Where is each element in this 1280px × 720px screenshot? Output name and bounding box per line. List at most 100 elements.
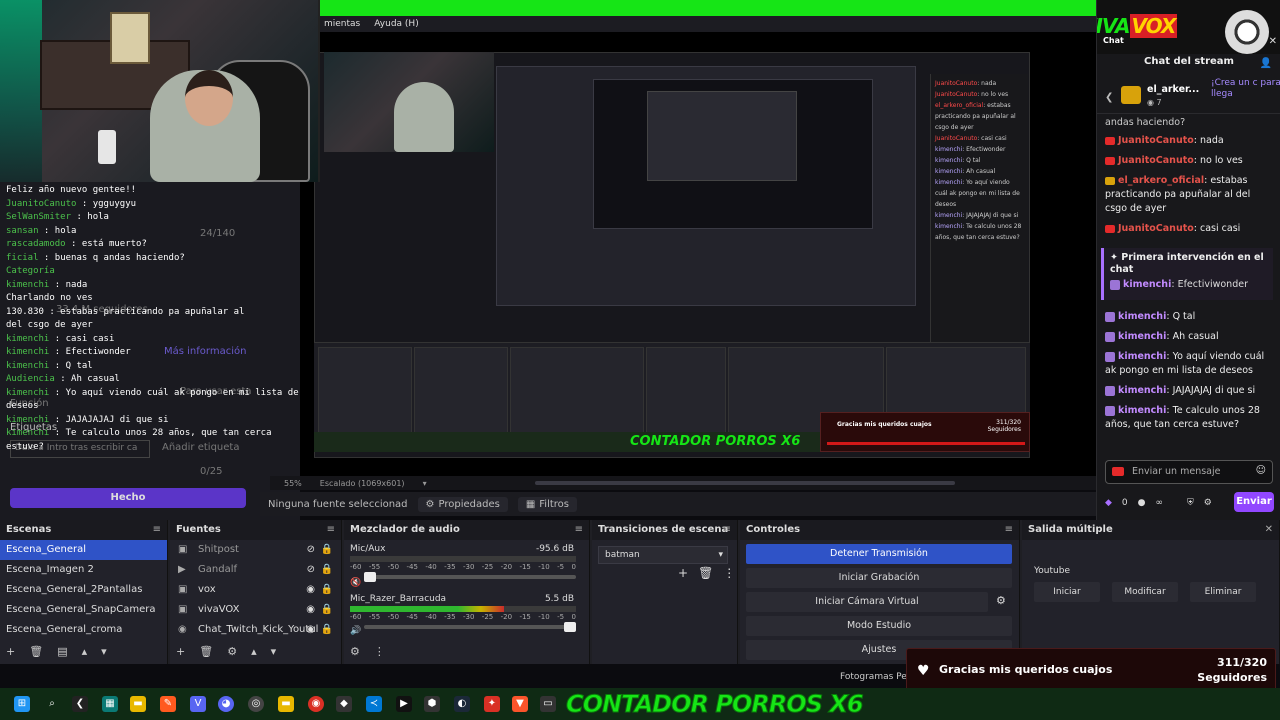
chat-username[interactable]: kimenchi <box>1118 311 1166 322</box>
chevron-up-icon[interactable]: ▴ <box>251 645 257 658</box>
properties-button[interactable]: ⚙ Propiedades <box>417 496 508 512</box>
source-item[interactable]: ▣ vox ◉ 🔒 <box>170 580 341 600</box>
editor-icon[interactable]: ✎ <box>160 696 176 712</box>
scene-item[interactable]: Escena_General_2Pantallas <box>0 580 167 600</box>
source-item[interactable]: ◉ Chat_Twitch_Kick_Youtul ◉ 🔒 <box>170 620 341 640</box>
add-icon[interactable]: + <box>176 645 185 658</box>
chevron-left-icon[interactable]: ❮ <box>1105 92 1113 103</box>
settings-icon[interactable]: ⬢ <box>424 696 440 712</box>
send-button[interactable]: Enviar <box>1234 492 1274 512</box>
search-icon[interactable]: ⌕ <box>44 696 60 712</box>
chat-username[interactable]: JuanitoCanuto <box>1118 155 1194 166</box>
brave-icon[interactable]: ▼ <box>512 696 528 712</box>
preview-scrollbar[interactable] <box>534 481 955 485</box>
add-icon[interactable]: + <box>678 566 688 580</box>
pinned-gift-leader[interactable]: ❮ el_arker... ◉ 7 ¡Crea un c para llega <box>1097 74 1280 114</box>
chat-username[interactable]: kimenchi <box>1118 351 1166 362</box>
transition-select[interactable]: batman ▾ <box>598 546 728 564</box>
points-icon[interactable]: ◆ <box>1105 498 1112 508</box>
windows-start-icon[interactable]: ⊞ <box>14 696 30 712</box>
chevron-down-icon[interactable]: ▾ <box>101 645 107 658</box>
scale-chevron-icon[interactable]: ▾ <box>423 479 427 488</box>
filter-icon[interactable]: ▤ <box>57 645 67 658</box>
trash-icon[interactable]: 🗑 <box>199 645 213 658</box>
multi-delete-button[interactable]: Eliminar <box>1190 582 1256 602</box>
terminal2-icon[interactable]: ▭ <box>540 696 556 712</box>
folder-icon[interactable]: ▬ <box>130 696 146 712</box>
nested-chat-line: kimenchi: JAJAJAJAJ di que si <box>935 212 1019 219</box>
volume-slider[interactable] <box>364 622 576 632</box>
first-message-user[interactable]: kimenchi <box>1123 279 1171 290</box>
eye-hidden-icon[interactable]: ⊘ <box>307 560 315 580</box>
close-icon[interactable]: ✕ <box>1269 36 1277 47</box>
chrome-icon[interactable]: ◉ <box>308 696 324 712</box>
chat-username[interactable]: JuanitoCanuto <box>1118 223 1194 234</box>
app-icon[interactable]: ❮ <box>72 696 88 712</box>
v-app-icon[interactable]: V <box>190 696 206 712</box>
start-recording-button[interactable]: Iniciar Grabación <box>746 568 1012 588</box>
scene-item[interactable]: Escena_General <box>0 540 167 560</box>
steam-icon[interactable]: ◐ <box>454 696 470 712</box>
lock-icon[interactable]: 🔒 <box>321 540 333 560</box>
scene-item[interactable]: Escena_General_croma <box>0 620 167 640</box>
add-icon[interactable]: + <box>6 645 15 658</box>
trash-icon[interactable]: 🗑 <box>698 566 713 580</box>
trash-icon[interactable]: 🗑 <box>29 645 43 658</box>
speaker-icon[interactable]: 🔊 <box>350 626 361 636</box>
lock-icon[interactable]: 🔒 <box>321 600 333 620</box>
speaker-icon[interactable]: 🔇 <box>350 578 361 588</box>
zoom-label[interactable]: 55% <box>284 479 302 488</box>
riot-icon[interactable]: ✦ <box>484 696 500 712</box>
terminal-icon[interactable]: ▶ <box>396 696 412 712</box>
virtual-camera-settings-icon[interactable]: ⚙ <box>996 594 1006 607</box>
menu-item-ayuda[interactable]: Ayuda (H) <box>374 19 418 29</box>
store-icon[interactable]: ▦ <box>102 696 118 712</box>
chevron-up-icon[interactable]: ▴ <box>82 645 88 658</box>
discord-icon[interactable]: ◕ <box>218 696 234 712</box>
stream-preview[interactable]: JuanitoCanuto: nada JuanitoCanuto: no lo … <box>300 32 1096 476</box>
pinned-ad[interactable]: ¡Crea un c para llega <box>1211 78 1280 100</box>
start-virtual-camera-button[interactable]: Iniciar Cámara Virtual <box>746 592 988 612</box>
chat-username[interactable]: JuanitoCanuto <box>1118 135 1194 146</box>
box-icon[interactable]: ◆ <box>336 696 352 712</box>
advanced-audio-icon[interactable]: ⚙ <box>350 645 360 658</box>
obs-icon[interactable]: ◎ <box>248 696 264 712</box>
more-icon[interactable]: ⋮ <box>723 566 735 580</box>
hecho-button[interactable]: Hecho <box>10 488 246 508</box>
chat-username[interactable]: kimenchi <box>1118 331 1166 342</box>
multi-modify-button[interactable]: Modificar <box>1112 582 1178 602</box>
volume-slider[interactable] <box>364 572 576 582</box>
lock-icon[interactable]: 🔒 <box>321 620 333 640</box>
source-item[interactable]: ▣ Shitpost ⊘ 🔒 <box>170 540 341 560</box>
eye-hidden-icon[interactable]: ⊘ <box>307 540 315 560</box>
lock-icon[interactable]: 🔒 <box>321 580 333 600</box>
chat-username[interactable]: el_arkero_oficial <box>1118 175 1204 186</box>
scene-item[interactable]: Escena_Imagen 2 <box>0 560 167 580</box>
chat-username[interactable]: kimenchi <box>1118 405 1166 416</box>
settings-icon[interactable]: ⚙ <box>1204 498 1212 508</box>
eye-icon[interactable]: ◉ <box>306 600 315 620</box>
scale-label[interactable]: Escalado (1069x601) <box>320 479 405 488</box>
eye-icon[interactable]: ◉ <box>306 580 315 600</box>
eye-icon[interactable]: ◉ <box>306 620 315 640</box>
studio-mode-button[interactable]: Modo Estudio <box>746 616 1012 636</box>
emote-icon[interactable]: ☺ <box>1256 465 1266 476</box>
chat-username[interactable]: kimenchi <box>1118 385 1166 396</box>
vscode-icon[interactable]: ≺ <box>366 696 382 712</box>
lock-icon[interactable]: 🔒 <box>321 560 333 580</box>
source-item[interactable]: ▶ Gandalf ⊘ 🔒 <box>170 560 341 580</box>
more-icon[interactable]: ⋮ <box>374 645 385 658</box>
menu-item-herramientas[interactable]: mientas <box>324 19 360 29</box>
hype-icon[interactable]: ● <box>1138 498 1146 508</box>
files-icon[interactable]: ▬ <box>278 696 294 712</box>
shield-icon[interactable]: ⛨ <box>1187 498 1194 508</box>
source-item[interactable]: ▣ vivaVOX ◉ 🔒 <box>170 600 341 620</box>
users-icon[interactable]: 👤 <box>1260 58 1272 69</box>
chat-message-input[interactable]: Enviar un mensaje ☺ <box>1105 460 1273 484</box>
scene-item[interactable]: Escena_General_SnapCamera <box>0 600 167 620</box>
chevron-down-icon[interactable]: ▾ <box>271 645 277 658</box>
multi-start-button[interactable]: Iniciar <box>1034 582 1100 602</box>
stop-streaming-button[interactable]: Detener Transmisión <box>746 544 1012 564</box>
filters-button[interactable]: ▦ Filtros <box>517 496 578 512</box>
gear-icon[interactable]: ⚙ <box>227 645 237 658</box>
